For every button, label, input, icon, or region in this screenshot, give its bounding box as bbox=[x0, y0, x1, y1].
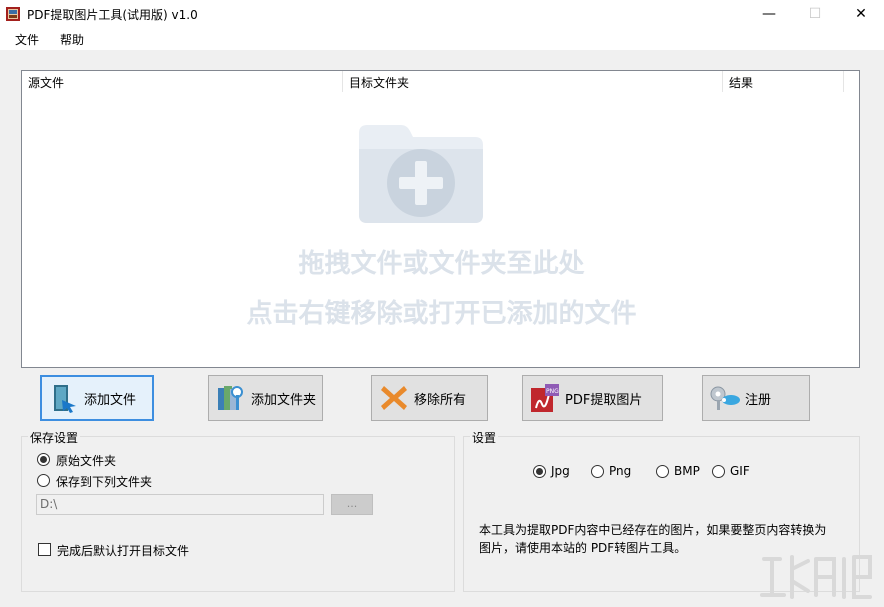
register-button[interactable]: 注册 bbox=[702, 375, 810, 421]
output-path-field[interactable]: D:\ bbox=[36, 494, 324, 515]
file-list[interactable]: 源文件 目标文件夹 结果 拖拽文件或文件夹至此处 点击右键移除或打开已添加的文件 bbox=[21, 70, 860, 368]
site-logo-watermark bbox=[760, 555, 872, 599]
open-after-label[interactable]: 完成后默认打开目标文件 bbox=[57, 542, 189, 559]
menu-bar: 文件 帮助 bbox=[0, 28, 884, 50]
radio-custom-folder-label[interactable]: 保存到下列文件夹 bbox=[56, 473, 152, 490]
radio-format-gif[interactable] bbox=[712, 465, 725, 478]
key-icon bbox=[710, 386, 740, 410]
add-folder-label: 添加文件夹 bbox=[251, 392, 317, 408]
pdf-to-png-icon: PNG bbox=[531, 384, 559, 412]
window-title: PDF提取图片工具(试用版) v1.0 bbox=[27, 8, 198, 22]
save-settings-title: 保存设置 bbox=[28, 429, 81, 446]
remove-all-label: 移除所有 bbox=[414, 392, 467, 408]
remove-all-button[interactable]: 移除所有 bbox=[371, 375, 488, 421]
column-divider[interactable] bbox=[843, 71, 844, 92]
settings-title: 设置 bbox=[470, 429, 499, 446]
app-icon bbox=[6, 7, 20, 21]
add-file-icon bbox=[54, 385, 76, 413]
radio-format-gif-label[interactable]: GIF bbox=[730, 464, 750, 478]
column-header-target[interactable]: 目标文件夹 bbox=[343, 71, 722, 92]
menu-file[interactable]: 文件 bbox=[15, 31, 39, 48]
radio-format-png-label[interactable]: Png bbox=[609, 464, 631, 478]
radio-format-bmp-label[interactable]: BMP bbox=[674, 464, 700, 478]
close-button[interactable]: ✕ bbox=[838, 0, 884, 28]
column-header-result[interactable]: 结果 bbox=[723, 71, 843, 92]
radio-format-jpg[interactable] bbox=[533, 465, 546, 478]
menu-help[interactable]: 帮助 bbox=[60, 31, 84, 48]
drop-hint-line2: 点击右键移除或打开已添加的文件 bbox=[246, 299, 637, 329]
add-folder-icon bbox=[218, 386, 243, 410]
column-header-source[interactable]: 源文件 bbox=[22, 71, 342, 92]
title-bar: PDF提取图片工具(试用版) v1.0 — ☐ ✕ bbox=[0, 0, 884, 28]
radio-custom-folder[interactable] bbox=[37, 474, 50, 487]
open-after-checkbox[interactable] bbox=[38, 543, 51, 556]
add-file-label: 添加文件 bbox=[84, 392, 137, 408]
add-folder-drop-icon bbox=[359, 125, 483, 223]
radio-original-folder[interactable] bbox=[37, 453, 50, 466]
maximize-button[interactable]: ☐ bbox=[792, 0, 838, 28]
browse-button[interactable]: ... bbox=[331, 494, 373, 515]
add-folder-button[interactable]: 添加文件夹 bbox=[208, 375, 323, 421]
radio-original-folder-label[interactable]: 原始文件夹 bbox=[56, 452, 116, 469]
register-label: 注册 bbox=[745, 392, 772, 408]
drop-hint-line1: 拖拽文件或文件夹至此处 bbox=[298, 249, 585, 279]
radio-format-jpg-label[interactable]: Jpg bbox=[551, 464, 570, 478]
add-file-button[interactable]: 添加文件 bbox=[40, 375, 154, 421]
minimize-button[interactable]: — bbox=[746, 0, 792, 28]
pdf-extract-button[interactable]: PNG PDF提取图片 bbox=[522, 375, 663, 421]
radio-format-bmp[interactable] bbox=[656, 465, 669, 478]
radio-format-png[interactable] bbox=[591, 465, 604, 478]
svg-text:PNG: PNG bbox=[546, 388, 559, 395]
pdf-extract-label: PDF提取图片 bbox=[565, 392, 643, 408]
remove-x-icon bbox=[381, 386, 407, 410]
